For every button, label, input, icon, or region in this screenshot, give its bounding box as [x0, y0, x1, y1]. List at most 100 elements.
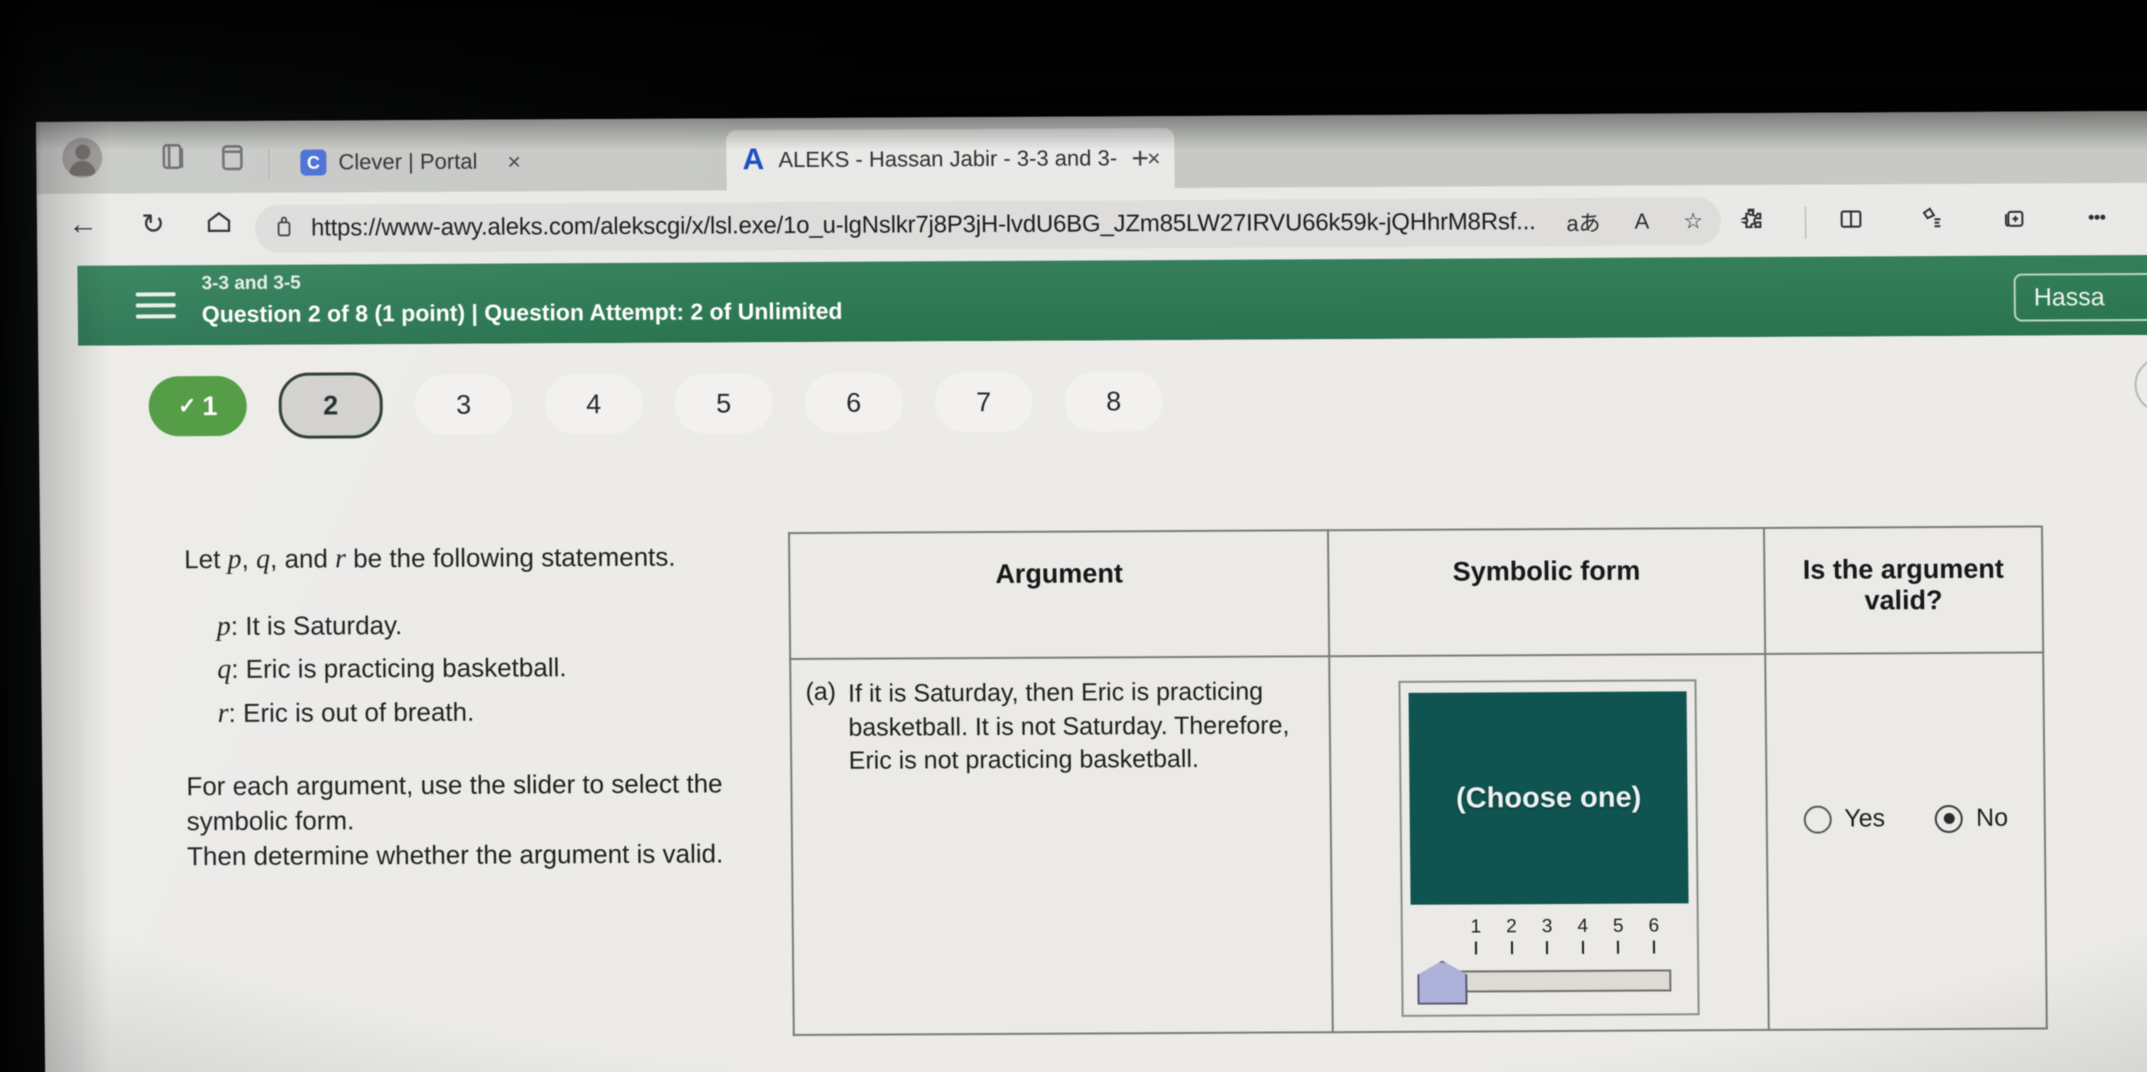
- definition-q: q: Eric is practicing basketball.: [217, 645, 805, 691]
- pill-label: 5: [716, 387, 732, 418]
- slider-tick: 4: [1572, 916, 1594, 954]
- split-screen-icon[interactable]: [1837, 204, 1865, 239]
- question-pill-7[interactable]: 7: [934, 371, 1034, 433]
- more-icon[interactable]: [2083, 203, 2111, 238]
- slider-tick: 1: [1465, 916, 1487, 955]
- lead-prefix: Let: [184, 543, 228, 575]
- aleks-favicon: A: [742, 143, 765, 177]
- header-symbolic-form: Symbolic form: [1328, 527, 1765, 657]
- user-menu-button[interactable]: Hassa: [2013, 272, 2147, 322]
- slider-tick: 5: [1607, 916, 1629, 954]
- workspaces-icon[interactable]: [156, 139, 192, 175]
- definition-symbol: q: [217, 654, 232, 686]
- statement-definitions: p: It is Saturday. q: Eric is practicing…: [185, 602, 806, 735]
- translate-icon[interactable]: aあ: [1566, 206, 1601, 238]
- question-nav: ✓ 1 2 3 4 5 6 7 8: [148, 368, 1195, 439]
- slider-tick: 3: [1536, 916, 1558, 955]
- browser-address-row: ← ↻ https://www-awy.aleks.com/alekscgi/x…: [36, 182, 2147, 266]
- slider-track-row[interactable]: [1411, 955, 1689, 1002]
- tab-title: Clever | Portal: [338, 148, 478, 175]
- definition-p: p: It is Saturday.: [217, 602, 805, 648]
- argument-cell: (a) If it is Saturday, then Eric is prac…: [790, 656, 1334, 1036]
- radio-circle-yes[interactable]: [1803, 805, 1832, 834]
- is-valid-cell: Yes No: [1764, 652, 2047, 1030]
- assignment-title: 3-3 and 3-5: [201, 272, 301, 295]
- lead-sep2: , and: [269, 543, 336, 574]
- check-icon: ✓: [177, 393, 197, 419]
- table-row: (a) If it is Saturday, then Eric is prac…: [790, 652, 2047, 1036]
- refresh-icon[interactable]: ↻: [131, 207, 175, 240]
- table-header-row: Argument Symbolic form Is the argument v…: [788, 526, 2044, 660]
- choose-one-display[interactable]: (Choose one): [1408, 691, 1689, 905]
- var-r: r: [334, 543, 347, 575]
- tab-clever-portal[interactable]: C Clever | Portal ×: [286, 131, 535, 192]
- slider-track[interactable]: [1457, 969, 1672, 993]
- radio-label-no: No: [1975, 803, 2009, 832]
- aleks-header: 3-3 and 3-5 Question 2 of 8 (1 point) | …: [77, 254, 2147, 346]
- question-status: Question 2 of 8 (1 point) | Question Att…: [201, 297, 843, 328]
- favorite-star-icon[interactable]: ☆: [1683, 208, 1703, 234]
- tab-title: ALEKS - Hassan Jabir - 3-3 and 3-: [778, 145, 1118, 173]
- help-button[interactable]: [2134, 356, 2147, 414]
- definition-r: r: Eric is out of breath.: [217, 689, 805, 735]
- slider-thumb[interactable]: [1417, 961, 1467, 1005]
- row-label: (a): [805, 677, 837, 706]
- question-page: ✓ 1 2 3 4 5 6 7 8 Let p, q, and r be the…: [78, 334, 2147, 1072]
- hamburger-menu-icon[interactable]: [135, 285, 176, 325]
- back-arrow-icon[interactable]: ←: [61, 208, 105, 242]
- tick-label: 2: [1506, 916, 1517, 938]
- radio-yes[interactable]: Yes: [1803, 804, 1886, 834]
- tick-label: 3: [1541, 916, 1553, 938]
- slider-tick-labels: 1 2 3 4 5 6: [1465, 915, 1665, 955]
- question-pill-4[interactable]: 4: [544, 373, 644, 435]
- var-p: p: [227, 543, 242, 575]
- radio-label-yes: Yes: [1844, 804, 1886, 833]
- choose-one-label: (Choose one): [1455, 781, 1642, 815]
- question-pill-2[interactable]: 2: [278, 372, 384, 439]
- instruction-line-1: For each argument, use the slider to sel…: [186, 768, 723, 837]
- tab-aleks[interactable]: A ALEKS - Hassan Jabir - 3-3 and 3- ×: [726, 128, 1175, 191]
- definition-symbol: p: [216, 610, 231, 642]
- add-tab-group-icon[interactable]: [1999, 204, 2027, 239]
- home-icon[interactable]: [197, 207, 241, 245]
- tick-label: 5: [1612, 915, 1624, 937]
- pill-label: 8: [1106, 385, 1122, 416]
- tab-close-icon[interactable]: ×: [1147, 145, 1161, 172]
- definition-text: : Eric is practicing basketball.: [231, 652, 567, 685]
- symbolic-form-cell: (Choose one) 1 2 3 4 5 6: [1329, 653, 1769, 1033]
- argument-table: Argument Symbolic form Is the argument v…: [788, 525, 2048, 1036]
- question-pill-8[interactable]: 8: [1064, 371, 1164, 432]
- instructions: For each argument, use the slider to sel…: [186, 766, 807, 875]
- question-pill-6[interactable]: 6: [804, 372, 904, 433]
- tick-label: 4: [1577, 915, 1589, 937]
- profile-avatar[interactable]: [62, 137, 103, 178]
- tab-actions-icon[interactable]: [214, 139, 250, 175]
- toolbar-divider: [1804, 206, 1807, 239]
- read-aloud-icon[interactable]: A: [1634, 209, 1649, 235]
- address-bar[interactable]: https://www-awy.aleks.com/alekscgi/x/lsl…: [254, 197, 1722, 253]
- header-argument: Argument: [788, 530, 1330, 660]
- browser-tab-strip: C Clever | Portal × A ALEKS - Hassan Jab…: [36, 110, 2147, 194]
- radio-no[interactable]: No: [1934, 803, 2009, 833]
- lead-sep1: ,: [241, 543, 257, 574]
- site-permissions-icon[interactable]: [273, 213, 295, 244]
- question-pill-5[interactable]: 5: [674, 373, 774, 434]
- tab-close-icon[interactable]: ×: [507, 148, 521, 175]
- clever-favicon: C: [300, 149, 327, 176]
- lead-sentence: Let p, q, and r be the following stateme…: [184, 538, 804, 579]
- pill-label: 7: [976, 386, 992, 417]
- question-pill-3[interactable]: 3: [414, 374, 514, 436]
- definition-symbol: r: [217, 697, 229, 729]
- new-tab-button[interactable]: +: [1131, 142, 1149, 176]
- tick-label: 1: [1470, 916, 1482, 938]
- question-pill-1[interactable]: ✓ 1: [148, 375, 248, 437]
- problem-statement: Let p, q, and r be the following stateme…: [184, 538, 807, 874]
- validity-radio-group: Yes No: [1766, 653, 2044, 834]
- radio-circle-no[interactable]: [1934, 804, 1964, 833]
- header-is-valid: Is the argument valid?: [1763, 526, 2044, 654]
- definition-text: : Eric is out of breath.: [228, 696, 475, 728]
- collections-icon[interactable]: [1917, 204, 1945, 239]
- pill-label: 1: [202, 390, 218, 421]
- extensions-icon[interactable]: [1737, 205, 1765, 240]
- symbolic-form-slider-widget[interactable]: (Choose one) 1 2 3 4 5 6: [1398, 679, 1700, 1017]
